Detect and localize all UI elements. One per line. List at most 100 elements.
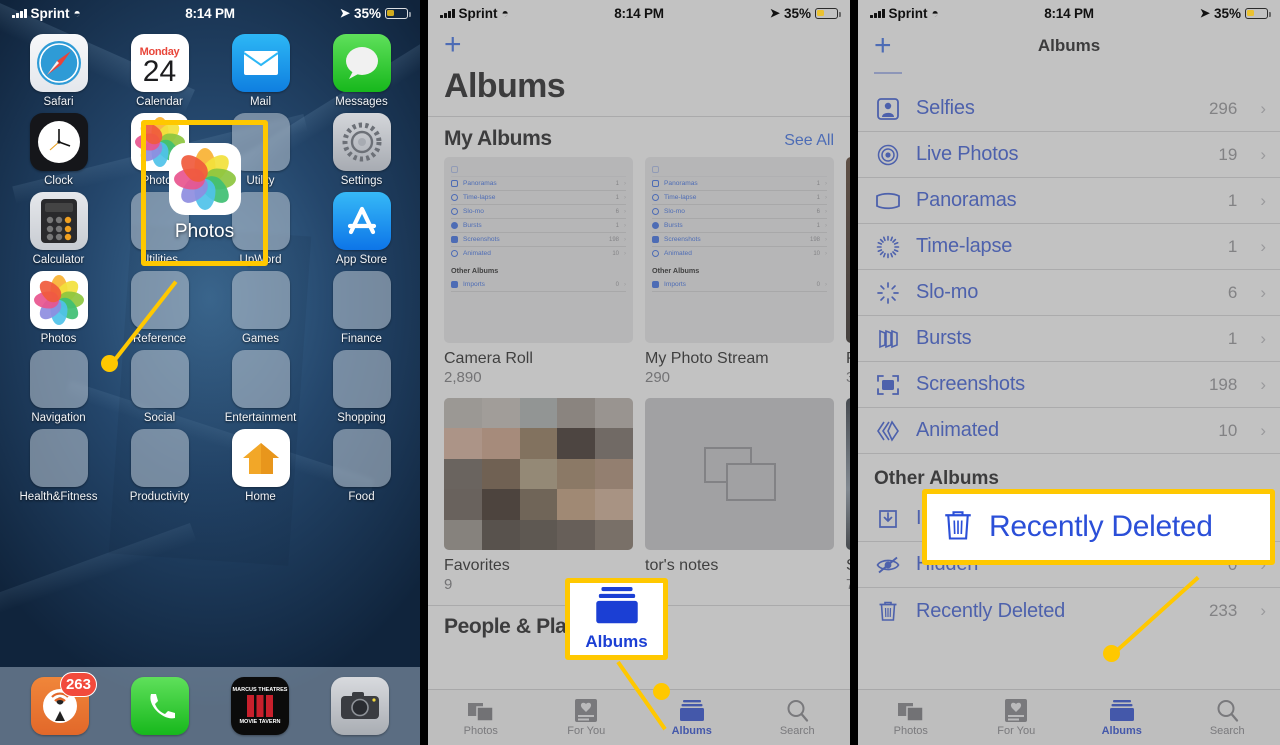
pinwheel-glyph — [134, 117, 185, 167]
dock-app-phone[interactable] — [131, 677, 189, 735]
dock-app-podcasts[interactable]: 263 — [31, 672, 97, 735]
mini-row: Time-lapse 1 › — [451, 191, 626, 205]
tab-for-you[interactable]: For You — [964, 698, 1070, 737]
app-clock[interactable]: Clock — [9, 109, 109, 187]
carrier-label: Sprint — [458, 5, 498, 21]
panel-divider-1 — [420, 0, 428, 745]
mini-row-partial — [451, 163, 626, 177]
mini-row: Imports 0 › — [652, 278, 827, 292]
album-name: Screenshots — [916, 373, 1025, 395]
tab-bar-right: Photos For You Albums Search — [858, 689, 1280, 745]
location-arrow-icon: ➤ — [769, 6, 780, 20]
app-games-folder[interactable]: Games — [211, 267, 311, 345]
app-social-folder[interactable]: Social — [110, 346, 210, 424]
album-count: 1 — [1227, 328, 1238, 348]
app-label: Shopping — [337, 412, 386, 424]
signal-bars-icon — [870, 8, 885, 18]
tab-search[interactable]: Search — [745, 698, 851, 737]
see-all-link[interactable]: See All — [784, 132, 834, 150]
app-safari[interactable]: Safari — [9, 30, 109, 108]
album-row-animated[interactable]: Animated 10 › — [858, 408, 1280, 454]
tab-albums[interactable]: Albums — [639, 698, 745, 737]
animated-icon — [874, 418, 902, 444]
app-calculator[interactable]: Calculator — [9, 188, 109, 266]
tab-albums[interactable]: Albums — [1069, 698, 1175, 737]
photo-mosaic — [444, 398, 633, 550]
app-label: Reference — [132, 333, 187, 345]
album-cell-my-photo-stream[interactable]: Panoramas 1 › Time-lapse 1 › Slo-mo 6 › Bursts… — [645, 157, 834, 386]
search-icon — [1216, 698, 1239, 722]
mini-row: Animated 10 › — [652, 247, 827, 260]
app-label: Utilities — [140, 254, 179, 266]
clock-label: 8:14 PM — [614, 5, 664, 21]
app-mail[interactable]: Mail — [211, 30, 311, 108]
album-row-live-photos[interactable]: Live Photos 19 › — [858, 132, 1280, 178]
badge-count: 263 — [59, 672, 97, 697]
app-shopping-folder[interactable]: Shopping — [312, 346, 412, 424]
album-thumbnail — [444, 398, 633, 550]
mini-album-list-preview: Panoramas 1 › Time-lapse 1 › Slo-mo 6 › Bursts… — [645, 157, 834, 343]
app-messages[interactable]: Messages — [312, 30, 412, 108]
album-cell-favorites[interactable]: Favorites 9 — [444, 398, 633, 593]
app-photos-2[interactable]: Photos — [9, 267, 109, 345]
mini-row: Screenshots 198 › — [451, 233, 626, 247]
tab-search[interactable]: Search — [1175, 698, 1280, 737]
album-row-panoramas[interactable]: Panoramas 1 › — [858, 178, 1280, 224]
tab-photos[interactable]: Photos — [428, 698, 534, 737]
dock-app-camera[interactable] — [331, 677, 389, 735]
app-upword-folder[interactable]: UpWord — [211, 188, 311, 266]
app-reference-folder[interactable]: Reference — [110, 267, 210, 345]
album-count: 1 — [1227, 236, 1238, 256]
album-cell-editors-notes[interactable]: tor's notes — [645, 398, 834, 593]
app-home[interactable]: Home — [211, 425, 311, 503]
middle-phone-albums-screen: Sprint ◓ 8:14 PM ➤ 35% + Albums My Album… — [428, 0, 850, 745]
dock-app-marcus-theatres[interactable]: MARCUS THEATRES MOVIE TAVERN — [231, 677, 289, 735]
imports-icon — [874, 506, 902, 532]
screenshots-icon — [874, 372, 902, 398]
mini-row: Bursts 1 › — [451, 219, 626, 233]
folder-icon — [332, 350, 391, 408]
album-row-bursts[interactable]: Bursts 1 › — [858, 316, 1280, 362]
album-grid-row-2: Favorites 9 tor's notes S — [428, 398, 850, 593]
folder-icon — [29, 350, 88, 408]
app-navigation-folder[interactable]: Navigation — [9, 346, 109, 424]
app-utilities-folder[interactable]: Utilities — [110, 188, 210, 266]
tab-photos[interactable]: Photos — [858, 698, 964, 737]
section-title: My Albums — [444, 127, 552, 150]
app-grid: Safari Monday 24 Calendar Mail Messages … — [0, 26, 420, 503]
album-row-recently-deleted[interactable]: Recently Deleted 233 › — [858, 588, 1280, 634]
app-finance-folder[interactable]: Finance — [312, 267, 412, 345]
album-name: Live Photos — [916, 143, 1019, 165]
app-app-store[interactable]: App Store — [312, 188, 412, 266]
status-bar-mid: Sprint ◓ 8:14 PM ➤ 35% — [428, 0, 850, 26]
tab-for-you[interactable]: For You — [534, 698, 640, 737]
folder-icon — [130, 271, 189, 329]
photos-stack-icon — [467, 698, 494, 722]
app-photos[interactable]: Photos — [110, 109, 210, 187]
album-cell-camera-roll[interactable]: Panoramas 1 › Time-lapse 1 › Slo-mo 6 › Bursts… — [444, 157, 633, 386]
panel-divider-2 — [850, 0, 858, 745]
app-settings[interactable]: Settings — [312, 109, 412, 187]
app-utility-folder[interactable]: Utility — [211, 109, 311, 187]
carrier-label: Sprint — [888, 5, 928, 21]
album-row-hidden[interactable]: Hidden 0 › — [858, 542, 1280, 588]
app-productivity-folder[interactable]: Productivity — [110, 425, 210, 503]
marcus-line-1: MARCUS THEATRES — [232, 687, 288, 693]
album-row-slo-mo[interactable]: Slo-mo 6 › — [858, 270, 1280, 316]
album-row-selfies[interactable]: Selfies 296 › — [858, 86, 1280, 132]
album-row-imports[interactable]: Imports › — [858, 496, 1280, 542]
album-row-screenshots[interactable]: Screenshots 198 › — [858, 362, 1280, 408]
album-row-time-lapse[interactable]: Time-lapse 1 › — [858, 224, 1280, 270]
home-icon — [231, 429, 290, 487]
app-health-fitness-folder[interactable]: Health&Fitness — [9, 425, 109, 503]
add-album-button[interactable]: + — [444, 28, 462, 61]
mini-row: Imports 0 › — [451, 278, 626, 292]
calendar-icon: Monday 24 — [130, 34, 189, 92]
app-label: Photos — [141, 175, 178, 187]
album-name: Animated — [916, 419, 999, 441]
app-entertainment-folder[interactable]: Entertainment — [211, 346, 311, 424]
app-calendar[interactable]: Monday 24 Calendar — [110, 30, 210, 108]
app-label: UpWord — [239, 254, 282, 266]
app-food-folder[interactable]: Food — [312, 425, 412, 503]
album-name: My Photo Stream — [645, 350, 769, 367]
